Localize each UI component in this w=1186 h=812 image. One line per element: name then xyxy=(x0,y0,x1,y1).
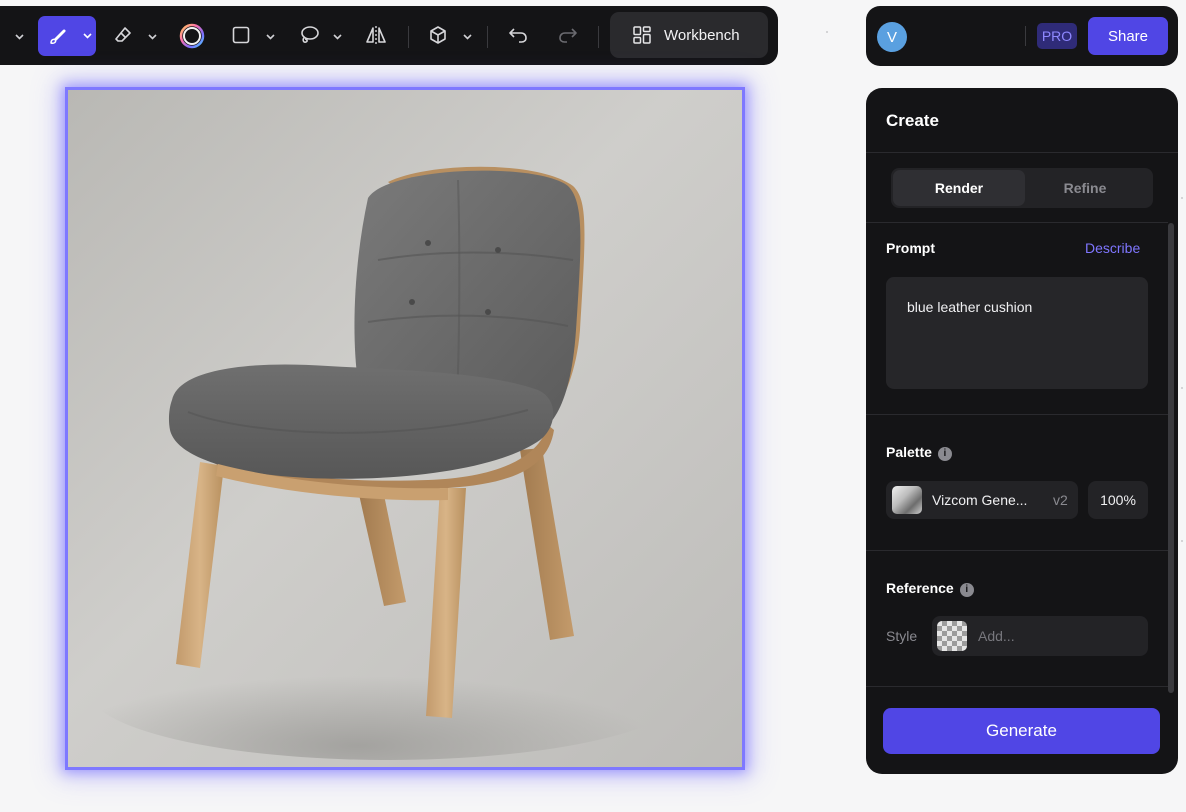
create-panel: Create Render Refine Prompt Describe blu… xyxy=(866,88,1178,774)
chevron-down-icon[interactable] xyxy=(148,34,157,40)
share-button[interactable]: Share xyxy=(1088,17,1168,55)
workbench-label: Workbench xyxy=(664,26,740,44)
panel-title: Create xyxy=(886,111,939,130)
lasso-tool-button[interactable] xyxy=(298,24,320,46)
info-icon[interactable]: i xyxy=(937,446,952,461)
reference-label: Reference i xyxy=(886,580,974,597)
generate-button[interactable]: Generate xyxy=(883,708,1160,754)
rectangle-icon xyxy=(232,26,250,44)
palette-label-text: Palette xyxy=(886,444,932,460)
canvas-dot xyxy=(1181,540,1183,542)
drawing-toolbar: Workbench xyxy=(0,6,778,65)
style-reference-placeholder: Add... xyxy=(978,628,1015,644)
mirror-tool-button[interactable] xyxy=(365,24,387,46)
chevron-down-icon[interactable] xyxy=(266,34,275,40)
divider xyxy=(866,222,1168,223)
image-placeholder-icon xyxy=(937,621,967,651)
chevron-down-icon[interactable] xyxy=(333,34,342,40)
redo-button[interactable] xyxy=(557,24,579,46)
mode-tabs: Render Refine xyxy=(891,168,1153,208)
eraser-tool-button[interactable] xyxy=(112,24,134,46)
prompt-text: blue leather cushion xyxy=(907,299,1033,315)
brush-tool-button[interactable] xyxy=(38,16,96,56)
palette-thumbnail xyxy=(892,486,922,514)
shape-tool-button[interactable] xyxy=(231,25,251,45)
divider xyxy=(866,414,1168,415)
avatar[interactable]: V xyxy=(877,22,907,52)
divider xyxy=(866,686,1168,687)
chair-render xyxy=(68,90,742,767)
style-label: Style xyxy=(886,628,918,644)
palette-selector[interactable]: Vizcom Gene... v2 xyxy=(886,481,1078,519)
divider xyxy=(866,550,1168,551)
3d-tool-button[interactable] xyxy=(427,24,449,46)
palette-name: Vizcom Gene... xyxy=(932,492,1028,508)
undo-icon xyxy=(509,28,527,43)
describe-link[interactable]: Describe xyxy=(1085,240,1140,256)
canvas-dot xyxy=(1181,197,1183,199)
chevron-down-icon[interactable] xyxy=(463,34,472,40)
color-picker-button[interactable] xyxy=(179,23,205,49)
prompt-label: Prompt xyxy=(886,240,935,256)
palette-strength-input[interactable]: 100% xyxy=(1088,481,1148,519)
info-icon[interactable]: i xyxy=(959,582,974,597)
palette-version: v2 xyxy=(1053,492,1068,508)
workbench-button[interactable]: Workbench xyxy=(610,12,768,58)
style-reference-input[interactable]: Add... xyxy=(932,616,1148,656)
toolbar-divider xyxy=(487,26,488,48)
tab-refine[interactable]: Refine xyxy=(1019,170,1151,206)
chevron-down-icon[interactable] xyxy=(15,34,24,40)
lasso-icon xyxy=(301,26,319,43)
canvas-render-image[interactable] xyxy=(68,90,742,767)
prompt-input[interactable]: blue leather cushion xyxy=(886,277,1148,389)
pro-badge[interactable]: PRO xyxy=(1037,23,1077,49)
divider xyxy=(866,152,1178,153)
redo-icon xyxy=(559,28,577,43)
grid-icon xyxy=(633,26,651,44)
canvas-dot xyxy=(1181,387,1183,389)
tab-render[interactable]: Render xyxy=(893,170,1025,206)
color-ring-icon xyxy=(179,23,205,49)
toolbar-divider xyxy=(408,26,409,48)
canvas-dot xyxy=(826,31,828,33)
brush-icon xyxy=(50,29,66,44)
chevron-down-icon[interactable] xyxy=(83,33,92,39)
eraser-icon xyxy=(115,27,131,42)
reference-label-text: Reference xyxy=(886,580,954,596)
palette-label: Palette i xyxy=(886,444,952,461)
cube-icon xyxy=(430,26,446,44)
toolbar-divider xyxy=(598,26,599,48)
mirror-icon xyxy=(366,26,386,44)
panel-scrollbar[interactable] xyxy=(1168,223,1174,693)
undo-button[interactable] xyxy=(507,24,529,46)
account-bar: V PRO Share xyxy=(866,6,1178,66)
account-divider xyxy=(1025,26,1026,46)
